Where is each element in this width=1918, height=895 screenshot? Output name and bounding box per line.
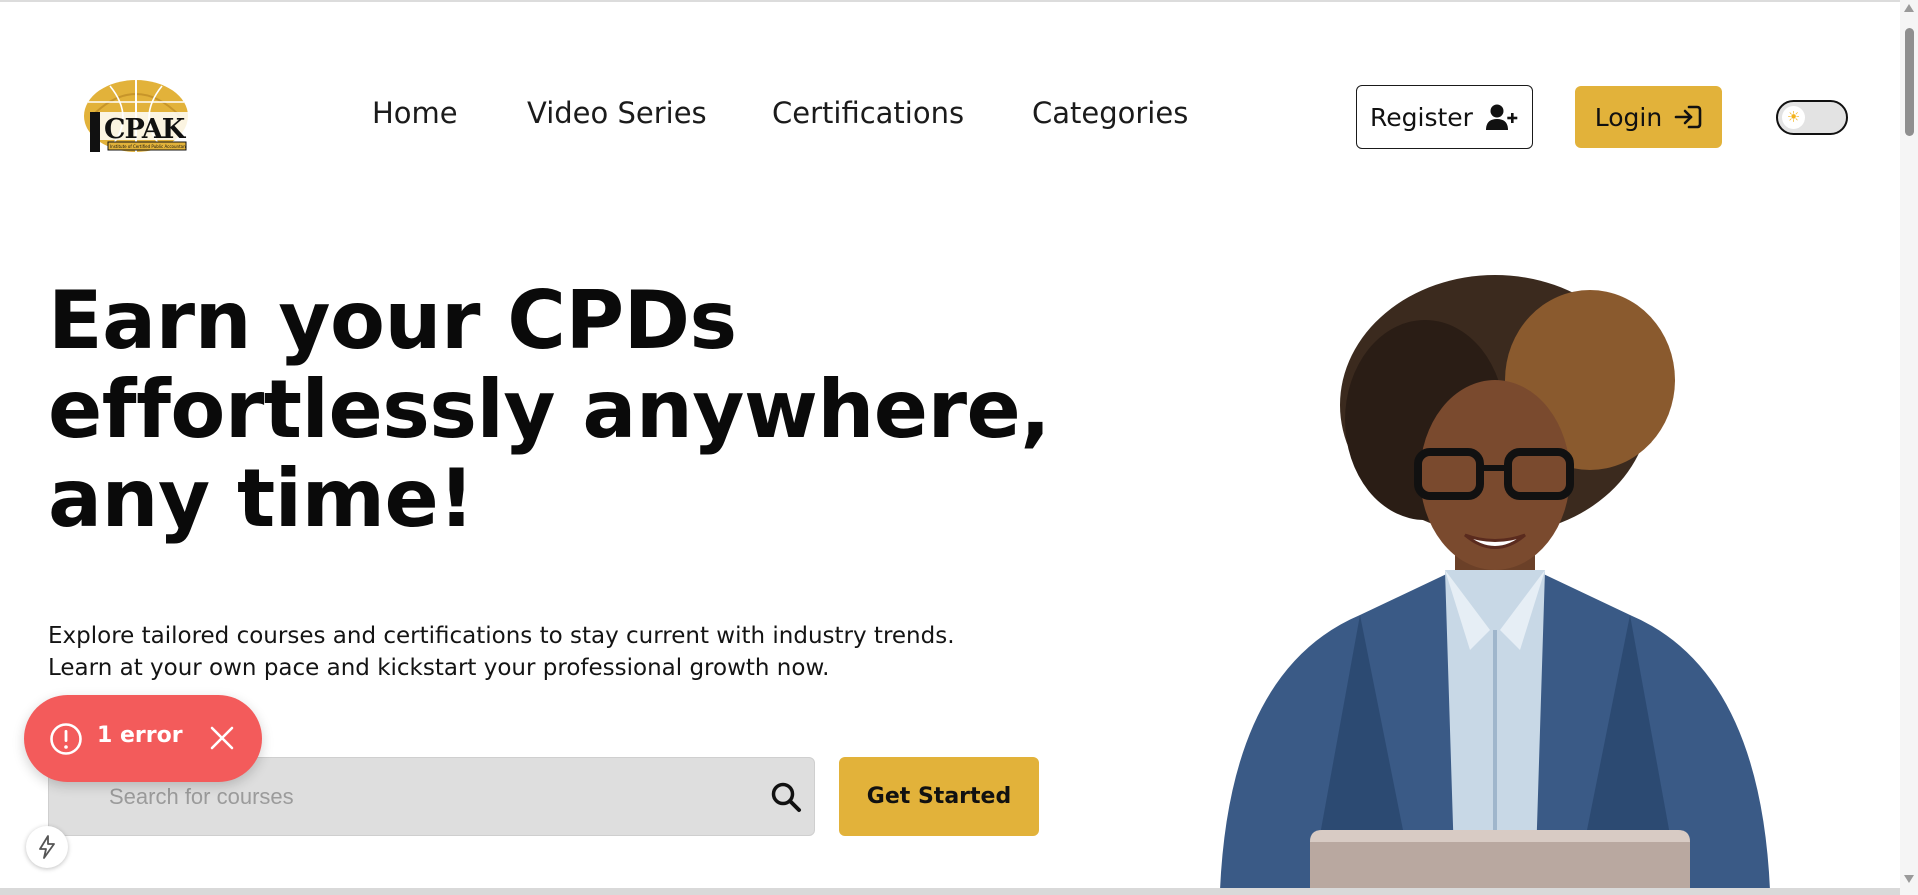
dev-tools-button[interactable] [26,826,68,868]
sign-in-icon [1674,105,1702,129]
error-toast[interactable]: 1 error [24,695,262,782]
scroll-up-arrow[interactable] [1904,4,1914,12]
register-button[interactable]: Register [1356,85,1533,149]
nav-item-home[interactable]: Home [372,96,458,130]
page-scrollbar[interactable] [1900,0,1918,895]
register-label: Register [1370,102,1473,132]
login-button[interactable]: Login [1575,86,1722,148]
scroll-down-arrow[interactable] [1904,875,1914,883]
site-logo[interactable]: CPAK Institute of Certified Public Accou… [80,78,192,158]
hero-person-image [1220,275,1770,890]
close-icon[interactable] [207,723,237,753]
hero-title: Earn your CPDs effortlessly anywhere, an… [48,276,1128,543]
sun-icon: ☀ [1782,106,1805,129]
nav-item-video-series[interactable]: Video Series [527,96,707,130]
get-started-button[interactable]: Get Started [839,757,1039,836]
search-input[interactable] [109,778,729,816]
nav-item-categories[interactable]: Categories [1032,96,1188,130]
hero-title-line-2: effortlessly anywhere, [48,363,1051,456]
theme-toggle[interactable]: ☀ [1776,100,1848,135]
window-bottom-edge [0,888,1900,895]
lightning-bolt-icon [39,835,55,859]
search-icon[interactable] [769,780,803,814]
hero-subtitle-line-2: Learn at your own pace and kickstart you… [48,655,830,681]
login-label: Login [1594,102,1663,132]
logo-tagline: Institute of Certified Public Accountant… [110,144,186,149]
hero-title-line-1: Earn your CPDs [48,274,737,367]
hero-subtitle: Explore tailored courses and certificati… [48,620,1048,684]
window-top-border [0,0,1900,2]
error-count-label: 1 error [97,723,183,748]
hero-subtitle-line-1: Explore tailored courses and certificati… [48,623,955,649]
logo-text: CPAK [104,114,185,145]
hero-title-line-3: any time! [48,452,475,545]
scroll-thumb[interactable] [1905,28,1914,136]
alert-circle-icon [50,723,82,755]
user-plus-icon [1485,104,1518,130]
nav-item-certifications[interactable]: Certifications [772,96,964,130]
